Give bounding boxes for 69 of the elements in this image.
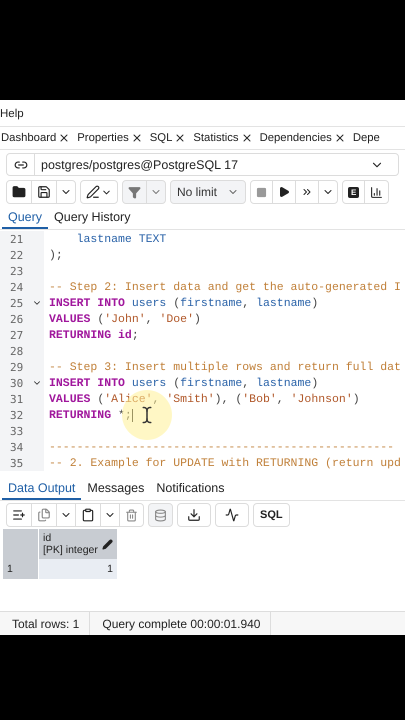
code-line: RETURNING *; xyxy=(48,408,133,422)
code-line: -------------------------------------------------- xyxy=(48,440,394,454)
code-line: -- Step 3: Insert multiple rows and return full dat xyxy=(48,360,401,374)
menu-item[interactable]: Help xyxy=(0,108,24,120)
download-icon xyxy=(187,508,201,522)
output-tab[interactable]: Notifications xyxy=(150,477,230,500)
panel-tab[interactable]: Properties xyxy=(77,132,129,144)
copy-icon xyxy=(37,508,51,522)
line-number: 33 xyxy=(10,424,24,438)
line-number: 32 xyxy=(10,408,24,422)
line-number: 27 xyxy=(10,328,24,342)
close-icon[interactable] xyxy=(174,132,186,144)
code-line: INSERT INTO users (firstname, lastname) xyxy=(48,296,318,310)
column-header[interactable]: id [PK] integer xyxy=(39,529,117,559)
panel-tab[interactable]: Depe xyxy=(352,132,380,144)
close-icon[interactable] xyxy=(334,132,346,144)
row-number: 1 xyxy=(3,559,39,579)
line-number: 31 xyxy=(10,392,24,406)
code-line: INSERT INTO users (firstname, lastname) xyxy=(48,376,318,390)
code-line: RETURNING id; xyxy=(48,328,139,342)
bar-chart-icon xyxy=(370,186,384,198)
line-number: 26 xyxy=(10,312,24,326)
close-icon[interactable] xyxy=(58,132,70,144)
code-line: VALUES ('John', 'Doe') xyxy=(48,312,201,326)
table-cell: 1 xyxy=(39,559,117,579)
panel-tab[interactable]: Dashboard xyxy=(1,132,56,144)
line-graph-icon xyxy=(225,508,239,522)
sql-button[interactable]: SQL xyxy=(254,504,289,526)
clipboard-icon xyxy=(81,508,95,522)
output-tab[interactable]: Data Output xyxy=(2,477,82,500)
column-type: [PK] integer xyxy=(43,544,98,556)
filter-icon xyxy=(128,186,141,198)
list-plus-icon xyxy=(12,508,26,522)
database-icon xyxy=(154,508,167,522)
line-number: 25 xyxy=(10,296,24,310)
row-limit-select[interactable]: No limit xyxy=(170,180,246,204)
folder-icon xyxy=(12,185,26,199)
save-icon xyxy=(37,185,51,199)
trash-icon xyxy=(125,508,138,522)
panel-tab[interactable]: Dependencies xyxy=(260,132,332,144)
panel-tab[interactable]: Statistics xyxy=(193,132,239,144)
output-tab[interactable]: Messages xyxy=(81,477,150,500)
column-name: id xyxy=(43,532,52,544)
line-number: 21 xyxy=(10,232,24,246)
line-number: 29 xyxy=(10,360,24,374)
panel-tab[interactable]: SQL xyxy=(150,132,172,144)
close-icon[interactable] xyxy=(130,132,143,144)
code-line: VALUES ('Alice', 'Smith'), ('Bob', 'Johnson') xyxy=(48,392,360,406)
editor-tab[interactable]: Query xyxy=(2,206,48,229)
code-line: -- 2. Example for UPDATE with RETURNING (return upd xyxy=(48,456,401,470)
play-icon xyxy=(278,186,290,198)
code-line: ); xyxy=(48,248,63,262)
square-icon xyxy=(256,186,268,198)
line-number: 34 xyxy=(10,440,24,454)
grid-corner xyxy=(3,529,39,559)
line-number: 23 xyxy=(10,264,24,278)
code-line: lastname TEXT xyxy=(76,232,166,246)
line-number: 30 xyxy=(10,376,24,390)
line-number: 24 xyxy=(10,280,24,294)
explain-button[interactable]: E xyxy=(343,181,366,203)
line-number: 35 xyxy=(10,456,24,470)
pen-icon xyxy=(86,185,100,199)
code-line: -- Step 2: Insert data and get the auto-generated I xyxy=(48,280,401,294)
double-chevron-icon xyxy=(301,186,314,198)
line-number: 28 xyxy=(10,344,24,358)
line-number: 22 xyxy=(10,248,24,262)
connection-select[interactable]: postgres/postgres@PostgreSQL 17 xyxy=(6,153,399,176)
editor-tab[interactable]: Query History xyxy=(48,206,136,229)
close-icon[interactable] xyxy=(240,132,253,144)
